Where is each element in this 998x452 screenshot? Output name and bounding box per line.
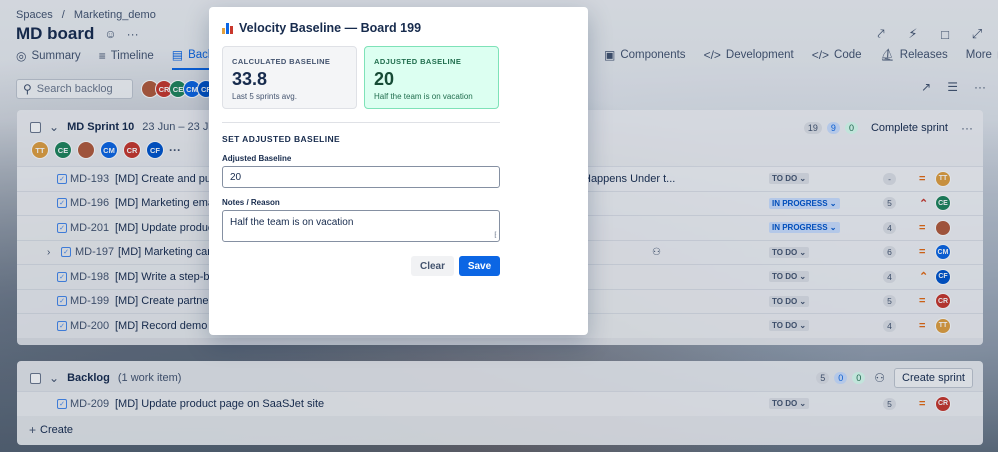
adjusted-baseline-input[interactable]: 20: [222, 166, 500, 188]
resize-handle-icon[interactable]: ⁅: [494, 231, 497, 239]
adjusted-value: 20: [374, 69, 395, 89]
divider: [222, 122, 500, 123]
adjusted-baseline-label: Adjusted Baseline: [222, 154, 292, 163]
bar-chart-icon: [222, 22, 233, 34]
adjusted-baseline-card: ADJUSTED BASELINE 20 Half the team is on…: [364, 46, 499, 109]
calculated-label: CALCULATED BASELINE: [232, 57, 331, 66]
adjusted-sub: Half the team is on vacation: [374, 92, 473, 101]
notes-value: Half the team is on vacation: [230, 217, 354, 228]
dialog-title: Velocity Baseline — Board 199: [239, 21, 422, 35]
calculated-sub: Last 5 sprints avg.: [232, 92, 297, 101]
save-button[interactable]: Save: [459, 256, 500, 276]
adjusted-label: ADJUSTED BASELINE: [374, 57, 462, 66]
adjusted-baseline-value: 20: [230, 171, 242, 183]
clear-button[interactable]: Clear: [411, 256, 454, 276]
velocity-baseline-dialog: Velocity Baseline — Board 199 CALCULATED…: [209, 7, 588, 335]
notes-label: Notes / Reason: [222, 198, 280, 207]
calculated-value: 33.8: [232, 69, 268, 89]
calculated-baseline-card: CALCULATED BASELINE 33.8 Last 5 sprints …: [222, 46, 357, 109]
dialog-title-row: Velocity Baseline — Board 199: [222, 21, 421, 35]
section-title: SET ADJUSTED BASELINE: [222, 134, 341, 144]
notes-textarea[interactable]: Half the team is on vacation ⁅: [222, 210, 500, 242]
